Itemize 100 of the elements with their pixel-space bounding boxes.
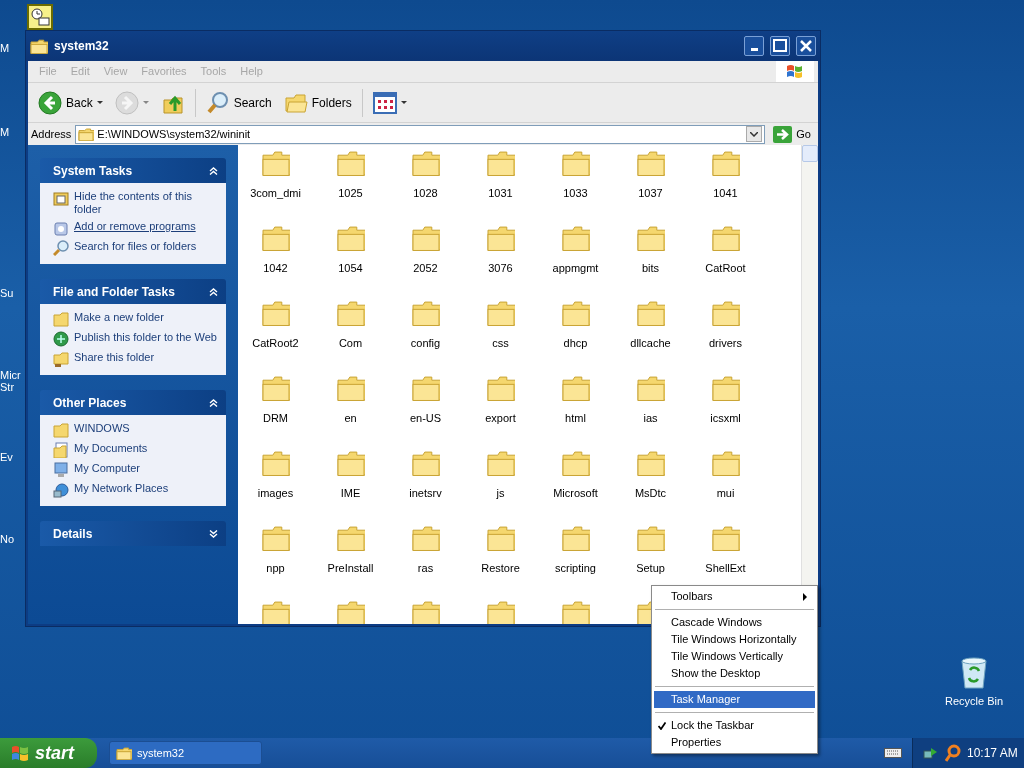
folder-icon[interactable] bbox=[561, 300, 590, 326]
menu-item[interactable]: Lock the Taskbar bbox=[654, 717, 815, 734]
folder-label[interactable]: 1025 bbox=[338, 185, 363, 202]
task-link[interactable]: WINDOWS bbox=[74, 422, 130, 435]
folder-icon[interactable] bbox=[336, 225, 365, 251]
task-pane-header[interactable]: System Tasks bbox=[40, 158, 226, 183]
menu-item[interactable]: Tile Windows Vertically bbox=[654, 648, 815, 665]
folders-button[interactable]: Folders bbox=[279, 88, 356, 117]
close-button[interactable] bbox=[796, 36, 816, 56]
folder-label[interactable]: bits bbox=[641, 260, 660, 277]
folder-label[interactable]: Microsoft bbox=[553, 485, 598, 502]
menu-item[interactable]: Tile Windows Horizontally bbox=[654, 631, 815, 648]
folder-label[interactable]: ias bbox=[643, 410, 658, 427]
folder-icon[interactable] bbox=[486, 375, 515, 401]
folder-label[interactable]: Com bbox=[338, 335, 363, 352]
folder-icon[interactable] bbox=[561, 225, 590, 251]
task-link[interactable]: Share this folder bbox=[74, 351, 155, 364]
folder-label[interactable]: MsDtc bbox=[634, 485, 667, 502]
task-link[interactable]: Make a new folder bbox=[74, 311, 164, 324]
folder-icon[interactable] bbox=[561, 450, 590, 476]
folder-icon[interactable] bbox=[486, 300, 515, 326]
menu-item[interactable]: Task Manager bbox=[654, 691, 815, 708]
folder-label[interactable]: IME bbox=[340, 485, 361, 502]
folder-label[interactable]: mui bbox=[716, 485, 735, 502]
folder-icon[interactable] bbox=[711, 225, 740, 251]
shortcut-icon[interactable] bbox=[27, 4, 53, 30]
task-link[interactable]: Search for files or folders bbox=[74, 240, 197, 253]
go-button[interactable]: Go bbox=[769, 123, 815, 145]
folder-icon[interactable] bbox=[711, 150, 740, 176]
folder-icon[interactable] bbox=[711, 300, 740, 326]
folder-icon[interactable] bbox=[411, 450, 440, 476]
dropdown-button[interactable] bbox=[746, 126, 763, 142]
collapse-icon[interactable] bbox=[209, 287, 218, 296]
folder-label[interactable]: icsxml bbox=[710, 410, 741, 427]
folder-icon[interactable] bbox=[711, 375, 740, 401]
task-link[interactable]: My Computer bbox=[74, 462, 141, 475]
folder-label[interactable]: Setup bbox=[636, 560, 665, 577]
folder-icon[interactable] bbox=[561, 150, 590, 176]
task-link[interactable]: Publish this folder to the Web bbox=[74, 331, 217, 344]
task-pane-header[interactable]: File and Folder Tasks bbox=[40, 279, 226, 304]
folder-icon[interactable] bbox=[261, 375, 290, 401]
folder-label[interactable]: 3com_dmi bbox=[250, 185, 301, 202]
menu-item[interactable]: Show the Desktop bbox=[654, 665, 815, 682]
back-button[interactable]: Back bbox=[34, 88, 107, 117]
folder-icon[interactable] bbox=[486, 600, 515, 624]
folder-icon[interactable] bbox=[336, 600, 365, 624]
folder-label[interactable]: html bbox=[565, 410, 586, 427]
folder-label[interactable]: export bbox=[485, 410, 516, 427]
folder-icon[interactable] bbox=[486, 150, 515, 176]
folder-label[interactable]: 2052 bbox=[413, 260, 438, 277]
folder-icon[interactable] bbox=[336, 525, 365, 551]
folder-label[interactable]: dllcache bbox=[630, 335, 671, 352]
folder-icon[interactable] bbox=[261, 450, 290, 476]
folder-label[interactable]: npp bbox=[266, 560, 285, 577]
folder-label[interactable]: 1037 bbox=[638, 185, 663, 202]
folder-icon[interactable] bbox=[636, 375, 665, 401]
folder-label[interactable]: PreInstall bbox=[327, 560, 374, 577]
folder-icon[interactable] bbox=[261, 150, 290, 176]
maximize-button[interactable] bbox=[770, 36, 790, 56]
folder-icon[interactable] bbox=[336, 450, 365, 476]
folder-label[interactable]: 1042 bbox=[263, 260, 288, 277]
folder-icon[interactable] bbox=[561, 375, 590, 401]
folder-icon[interactable] bbox=[636, 225, 665, 251]
folder-icon[interactable] bbox=[411, 600, 440, 624]
folder-icon[interactable] bbox=[336, 150, 365, 176]
start-button[interactable]: start bbox=[0, 738, 97, 768]
folder-label[interactable]: 3076 bbox=[488, 260, 513, 277]
folder-label[interactable]: DRM bbox=[262, 410, 289, 427]
folder-label[interactable]: CatRoot2 bbox=[252, 335, 299, 352]
folder-label[interactable]: 1031 bbox=[488, 185, 513, 202]
folder-icon[interactable] bbox=[261, 525, 290, 551]
folder-icon[interactable] bbox=[561, 600, 590, 624]
minimize-button[interactable] bbox=[744, 36, 764, 56]
folder-label[interactable]: ShellExt bbox=[705, 560, 746, 577]
menu-item[interactable]: Properties bbox=[654, 734, 815, 751]
folder-icon[interactable] bbox=[411, 225, 440, 251]
task-link[interactable]: My Documents bbox=[74, 442, 148, 455]
folder-icon[interactable] bbox=[636, 300, 665, 326]
folder-label[interactable]: images bbox=[257, 485, 294, 502]
folder-label[interactable]: drivers bbox=[709, 335, 742, 352]
task-pane-header[interactable]: Details bbox=[40, 521, 226, 546]
folder-label[interactable]: ras bbox=[417, 560, 434, 577]
menu-item[interactable]: Toolbars bbox=[654, 588, 815, 605]
folder-label[interactable]: config bbox=[410, 335, 441, 352]
collapse-icon[interactable] bbox=[209, 398, 218, 407]
folder-icon[interactable] bbox=[411, 150, 440, 176]
folder-label[interactable]: scripting bbox=[555, 560, 596, 577]
folder-icon[interactable] bbox=[561, 525, 590, 551]
expand-icon[interactable] bbox=[209, 529, 218, 538]
folder-icon[interactable] bbox=[411, 375, 440, 401]
search-button[interactable]: Search bbox=[201, 88, 276, 117]
address-field[interactable]: E:\WINDOWS\system32/wininit bbox=[75, 124, 766, 144]
folder-icon[interactable] bbox=[411, 525, 440, 551]
folder-label[interactable]: dhcp bbox=[563, 335, 588, 352]
taskbar-button[interactable]: system32 bbox=[109, 741, 262, 765]
folder-icon[interactable] bbox=[486, 450, 515, 476]
folder-icon[interactable] bbox=[711, 450, 740, 476]
task-link[interactable]: Add or remove programs bbox=[74, 220, 196, 233]
folder-label[interactable]: js bbox=[496, 485, 505, 502]
menu-item[interactable]: Cascade Windows bbox=[654, 614, 815, 631]
